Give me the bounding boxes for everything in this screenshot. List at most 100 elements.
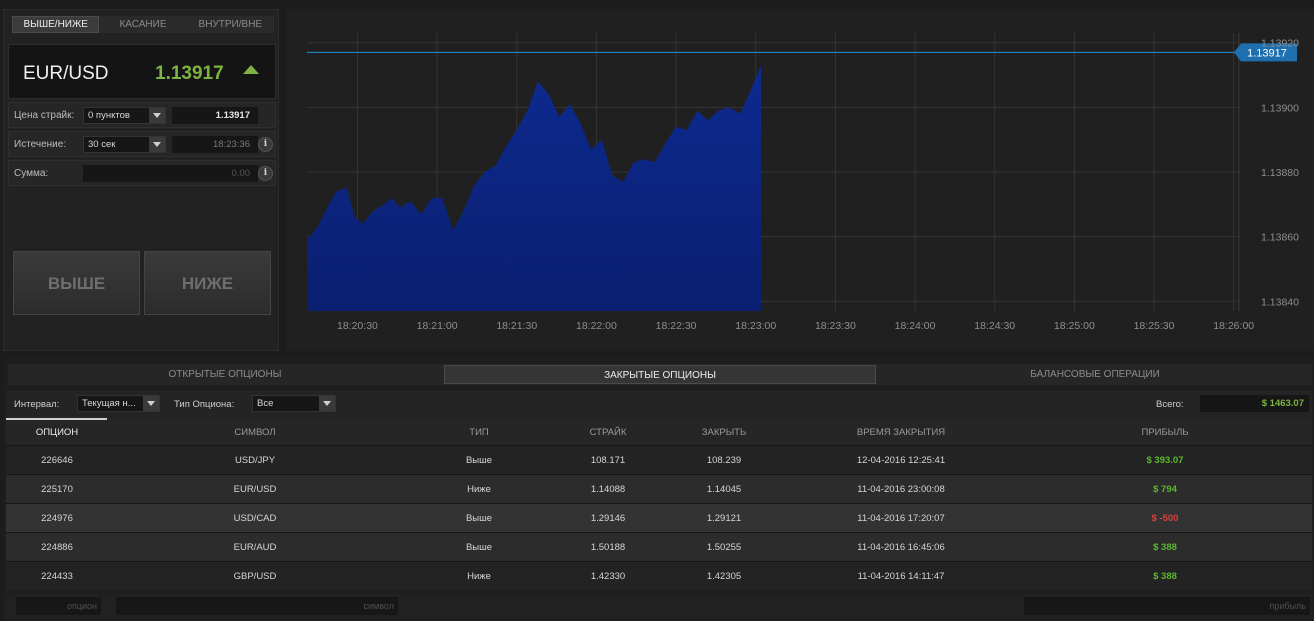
symbol-filter-input[interactable]: символ xyxy=(116,597,398,615)
cell-symbol: EUR/USD xyxy=(233,484,277,495)
cell-strike: 1.42330 xyxy=(590,571,626,582)
table-header: ОПЦИОН СИМВОЛ ТИП СТРАЙК ЗАКРЫТЬ ВРЕМЯ З… xyxy=(6,418,1312,445)
cell-close: 1.50255 xyxy=(706,542,742,553)
cell-close-time: 11-04-2016 16:45:06 xyxy=(857,542,945,553)
cell-profit: $ -500 xyxy=(1151,513,1179,524)
cell-close: 1.14045 xyxy=(706,484,742,495)
cell-type: Выше xyxy=(465,513,493,524)
expiry-row: Истечение: 30 сек 18:23:36 i xyxy=(8,131,276,157)
amount-input[interactable]: 0.00 xyxy=(83,165,258,182)
tab-in-out[interactable]: ВНУТРИ/ВНЕ xyxy=(187,16,274,33)
x-tick-label: 18:24:00 xyxy=(895,320,936,332)
cell-close: 1.29121 xyxy=(706,513,742,524)
col-symbol[interactable]: СИМВОЛ xyxy=(234,427,275,438)
table-row[interactable]: 224976 USD/CAD Выше 1.29146 1.29121 11-04-201… xyxy=(6,503,1312,532)
col-profit[interactable]: ПРИБЫЛЬ xyxy=(1141,427,1188,438)
cell-strike: 108.171 xyxy=(590,455,626,466)
col-option[interactable]: ОПЦИОН xyxy=(36,427,78,438)
cell-close: 1.42305 xyxy=(706,571,742,582)
price-area xyxy=(307,65,762,311)
option-type-tabs: ВЫШЕ/НИЖЕ КАСАНИЕ ВНУТРИ/ВНЕ xyxy=(12,16,274,33)
col-type[interactable]: ТИП xyxy=(469,427,488,438)
x-tick-label: 18:22:30 xyxy=(656,320,697,332)
asset-quote[interactable]: EUR/USD 1.13917 xyxy=(8,44,276,99)
cell-type: Ниже xyxy=(467,571,491,582)
chevron-down-icon[interactable] xyxy=(149,137,165,152)
cell-symbol: USD/CAD xyxy=(233,513,277,524)
tab-higher-lower[interactable]: ВЫШЕ/НИЖЕ xyxy=(12,16,100,33)
option-type-label: Тип Опциона: xyxy=(174,399,235,410)
expiry-label: Истечение: xyxy=(14,139,67,150)
table-row[interactable]: 224433 GBP/USD Ниже 1.42330 1.42305 11-04-201… xyxy=(6,561,1312,590)
cell-close-time: 11-04-2016 17:20:07 xyxy=(857,513,945,524)
interval-select[interactable]: Текущая н... xyxy=(77,395,160,412)
cell-profit: $ 794 xyxy=(1153,484,1177,495)
cell-strike: 1.14088 xyxy=(590,484,626,495)
total-value: $ 1463.07 xyxy=(1200,395,1309,412)
asset-price: 1.13917 xyxy=(155,63,224,84)
profit-filter-input[interactable]: прибыль xyxy=(1024,597,1310,615)
option-type-select[interactable]: Все xyxy=(252,395,336,412)
chevron-down-icon[interactable] xyxy=(149,108,165,123)
options-tabs: ОТКРЫТЫЕ ОПЦИОНЫ ЗАКРЫТЫЕ ОПЦИОНЫ БАЛАНС… xyxy=(8,364,1312,385)
info-icon[interactable]: i xyxy=(258,137,273,152)
info-icon[interactable]: i xyxy=(258,166,273,181)
table-row[interactable]: 226646 USD/JPY Выше 108.171 108.239 12-04-201… xyxy=(6,445,1312,474)
x-tick-label: 18:25:00 xyxy=(1054,320,1095,332)
col-close-time[interactable]: ВРЕМЯ ЗАКРЫТИЯ xyxy=(857,427,945,438)
col-close[interactable]: ЗАКРЫТЬ xyxy=(702,427,746,438)
cell-option: 224886 xyxy=(41,542,73,553)
tab-closed-options[interactable]: ЗАКРЫТЫЕ ОПЦИОНЫ xyxy=(444,365,876,384)
y-tick-label: 1.13900 xyxy=(1261,102,1299,114)
cell-symbol: USD/JPY xyxy=(234,455,276,466)
cell-option: 224433 xyxy=(41,571,73,582)
cell-close-time: 11-04-2016 23:00:08 xyxy=(857,484,945,495)
expiry-select[interactable]: 30 сек xyxy=(83,136,166,153)
y-tick-label: 1.13840 xyxy=(1261,296,1299,308)
tab-touch[interactable]: КАСАНИЕ xyxy=(99,16,186,33)
x-tick-label: 18:24:30 xyxy=(974,320,1015,332)
cell-close-time: 11-04-2016 14:11:47 xyxy=(857,571,945,582)
options-section: ОТКРЫТЫЕ ОПЦИОНЫ ЗАКРЫТЫЕ ОПЦИОНЫ БАЛАНС… xyxy=(3,358,1314,621)
interval-label: Интервал: xyxy=(14,399,60,410)
strike-select[interactable]: 0 пунктов xyxy=(83,107,166,124)
cell-close-time: 12-04-2016 12:25:41 xyxy=(856,455,946,466)
price-chart[interactable]: 1.13917 1.13920 1.13900 1.13880 1.13860 1.13… xyxy=(287,9,1314,351)
x-tick-label: 18:26:00 xyxy=(1213,320,1254,332)
expiry-select-value: 30 сек xyxy=(88,139,116,150)
cell-close: 108.239 xyxy=(706,455,742,466)
y-tick-label: 1.13920 xyxy=(1261,38,1299,50)
cell-type: Выше xyxy=(465,542,493,553)
cell-type: Выше xyxy=(465,455,493,466)
option-filter-input[interactable]: опцион xyxy=(16,597,101,615)
column-filters: опцион символ прибыль xyxy=(6,594,1312,618)
cell-type: Ниже xyxy=(467,484,491,495)
chevron-down-icon[interactable] xyxy=(319,396,335,411)
cell-option: 226646 xyxy=(41,455,73,466)
sort-indicator xyxy=(6,418,107,420)
asset-name: EUR/USD xyxy=(23,63,109,84)
table-body: 226646 USD/JPY Выше 108.171 108.239 12-04-201… xyxy=(6,445,1312,590)
x-tick-label: 18:22:00 xyxy=(576,320,617,332)
filter-bar: Интервал: Текущая н... Тип Опциона: Все … xyxy=(6,390,1312,418)
cell-option: 225170 xyxy=(41,484,73,495)
cell-strike: 1.29146 xyxy=(590,513,626,524)
cell-option: 224976 xyxy=(41,513,73,524)
cell-profit: $ 388 xyxy=(1153,542,1177,553)
lower-button[interactable]: НИЖЕ xyxy=(144,251,271,315)
chevron-down-icon[interactable] xyxy=(143,396,159,411)
trade-panel: ВЫШЕ/НИЖЕ КАСАНИЕ ВНУТРИ/ВНЕ EUR/USD 1.1… xyxy=(3,9,279,351)
higher-button[interactable]: ВЫШЕ xyxy=(13,251,140,315)
table-row[interactable]: 225170 EUR/USD Ниже 1.14088 1.14045 11-04-201… xyxy=(6,474,1312,503)
tab-balance-operations[interactable]: БАЛАНСОВЫЕ ОПЕРАЦИИ xyxy=(880,365,1310,384)
y-tick-label: 1.13860 xyxy=(1261,232,1299,244)
table-row[interactable]: 224886 EUR/AUD Выше 1.50188 1.50255 11-04-201… xyxy=(6,532,1312,561)
amount-row: Сумма: 0.00 i xyxy=(8,160,276,186)
amount-label: Сумма: xyxy=(14,168,49,179)
strike-value: 1.13917 xyxy=(172,107,258,124)
cell-profit: $ 388 xyxy=(1153,571,1177,582)
chart-canvas[interactable]: 1.13917 1.139201.139001.138801.138601.13… xyxy=(287,9,1314,351)
col-strike[interactable]: СТРАЙК xyxy=(590,427,627,438)
strike-row: Цена страйк: 0 пунктов 1.13917 xyxy=(8,102,276,128)
tab-open-options[interactable]: ОТКРЫТЫЕ ОПЦИОНЫ xyxy=(10,365,440,384)
